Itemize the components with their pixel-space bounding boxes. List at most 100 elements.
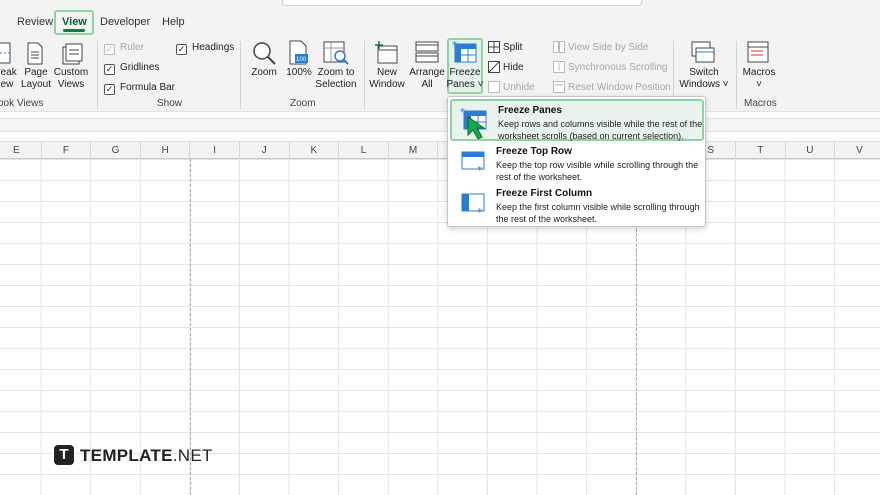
zoom-button[interactable]: Zoom	[248, 67, 280, 79]
synchronous-scrolling-icon	[553, 61, 565, 76]
page-layout-button[interactable]: Page Layout	[20, 67, 52, 91]
tab-developer[interactable]: Developer	[100, 12, 150, 32]
logo-suffix: .NET	[172, 446, 213, 465]
logo-mark: T	[54, 445, 74, 465]
separator	[364, 41, 365, 109]
unhide-icon	[488, 81, 500, 96]
separator	[240, 41, 241, 109]
column-header[interactable]: M	[389, 142, 439, 159]
arrange-all-label-1: Arrange	[409, 67, 445, 78]
freeze-first-column-icon: *	[460, 192, 486, 219]
column-header[interactable]: G	[91, 142, 141, 159]
checkmark-icon: ✓	[176, 44, 187, 55]
logo-text: TEMPLATE.NET	[80, 446, 213, 466]
hide-button[interactable]: Hide	[503, 62, 524, 76]
menu-item-title: Freeze Panes	[498, 105, 562, 116]
unhide-button: Unhide	[503, 82, 535, 93]
freeze-panes-label: Freeze Panes ˅	[446, 67, 484, 91]
column-header[interactable]: E	[0, 142, 42, 159]
page-break-preview-button[interactable]: reakew	[0, 67, 18, 91]
macros-label: Macros	[742, 67, 776, 78]
ruler-label: Ruler	[120, 42, 144, 53]
arrange-all-label-2: All	[421, 79, 433, 90]
synchronous-scrolling-button: Synchronous Scrolling	[568, 62, 668, 73]
ruler-checkbox[interactable]: ✓ Ruler	[104, 42, 144, 56]
menu-item-freeze-first-column[interactable]: * Freeze First Column Keep the first col…	[450, 184, 704, 226]
headings-label: Headings	[192, 42, 235, 53]
column-header[interactable]: J	[240, 142, 290, 159]
svg-text:*: *	[477, 164, 483, 174]
separator	[736, 41, 737, 109]
custom-views-label-1: Custom	[53, 67, 89, 78]
zoom-to-selection-label-1: Zoom to	[317, 67, 355, 78]
column-header[interactable]: H	[141, 142, 191, 159]
page-layout-label-2: Layout	[20, 79, 52, 90]
column-header[interactable]: V	[835, 142, 880, 159]
zoom-to-selection-icon[interactable]	[322, 40, 350, 69]
reset-window-position-button: Reset Window Position	[568, 82, 671, 93]
checkmark-icon: ✓	[104, 64, 115, 75]
gridlines-checkbox[interactable]: ✓ Gridlines	[104, 62, 159, 76]
formula-bar[interactable]	[0, 118, 880, 132]
page-layout-label-1: Page	[24, 67, 48, 78]
workbook-views-group-label: ook Views	[0, 98, 44, 109]
column-header[interactable]: U	[786, 142, 836, 159]
column-header[interactable]: K	[290, 142, 340, 159]
menu-item-title: Freeze First Column	[496, 188, 593, 199]
macros-icon[interactable]	[746, 40, 772, 69]
menu-item-freeze-panes[interactable]: * Freeze Panes Keep rows and columns vis…	[450, 99, 704, 141]
column-header[interactable]: L	[339, 142, 389, 159]
new-window-label-1: New	[376, 67, 397, 78]
reset-window-position-icon	[553, 81, 565, 96]
zoom-100-button[interactable]: 100%	[284, 67, 314, 79]
freeze-panes-icon: *	[452, 40, 478, 67]
menu-item-description: Keep the top row visible while scrolling…	[496, 160, 699, 182]
page-break-line	[190, 159, 191, 495]
column-header[interactable]: I	[190, 142, 240, 159]
macros-button[interactable]: Macros ˅	[740, 67, 778, 91]
split-icon[interactable]	[488, 41, 500, 56]
active-tab-indicator	[63, 29, 85, 32]
zoom-icon[interactable]	[251, 40, 277, 69]
checkmark-icon: ✓	[104, 44, 115, 55]
custom-views-icon[interactable]	[60, 42, 84, 69]
macros-group-label: Macros	[744, 98, 777, 109]
page-break-preview-icon[interactable]	[0, 42, 14, 69]
zoom-100-icon-text: 100	[296, 57, 307, 63]
custom-views-button[interactable]: Custom Views	[52, 67, 90, 91]
formula-bar-label: Formula Bar	[120, 82, 176, 93]
new-window-button[interactable]: New Window	[368, 67, 406, 91]
arrange-all-icon[interactable]	[414, 40, 440, 69]
menu-item-description: Keep the first column visible while scro…	[496, 202, 700, 224]
arrange-all-button[interactable]: Arrange All	[408, 67, 446, 91]
switch-windows-icon[interactable]	[690, 40, 716, 69]
menu-item-freeze-top-row[interactable]: * Freeze Top Row Keep the top row visibl…	[450, 142, 704, 184]
menu-item-description: Keep rows and columns visible while the …	[498, 119, 703, 141]
switch-windows-label-2: Windows ˅	[679, 79, 729, 90]
new-window-icon[interactable]	[374, 40, 400, 69]
svg-text:*: *	[460, 107, 465, 118]
zoom-to-selection-button[interactable]: Zoom to Selection	[315, 67, 357, 91]
freeze-top-row-icon: *	[460, 150, 486, 177]
page-layout-icon[interactable]	[25, 42, 45, 69]
tab-help[interactable]: Help	[162, 12, 185, 32]
search-box[interactable]	[282, 0, 642, 6]
view-side-by-side-icon	[553, 41, 565, 56]
new-window-label-2: Window	[369, 79, 405, 90]
formula-bar-checkbox[interactable]: ✓ Formula Bar	[104, 82, 175, 96]
show-group-label: Show	[157, 98, 183, 109]
headings-checkbox[interactable]: ✓ Headings	[176, 42, 234, 56]
worksheet-grid[interactable]	[0, 159, 880, 495]
zoom-100-icon[interactable]: 100	[288, 40, 310, 69]
hide-icon[interactable]	[488, 61, 500, 76]
freeze-panes-menu: * Freeze Panes Keep rows and columns vis…	[447, 96, 706, 227]
column-header[interactable]: T	[736, 142, 786, 159]
column-header[interactable]: F	[42, 142, 92, 159]
cursor-arrow-icon	[466, 115, 490, 144]
logo-name: TEMPLATE	[80, 446, 173, 465]
tab-review[interactable]: Review	[17, 12, 53, 32]
freeze-panes-label-2: Panes ˅	[446, 79, 484, 90]
split-button[interactable]: Split	[503, 42, 522, 56]
switch-windows-button[interactable]: Switch Windows ˅	[678, 67, 730, 91]
ribbon-tab-bar: Review View Developer Help	[0, 0, 880, 36]
